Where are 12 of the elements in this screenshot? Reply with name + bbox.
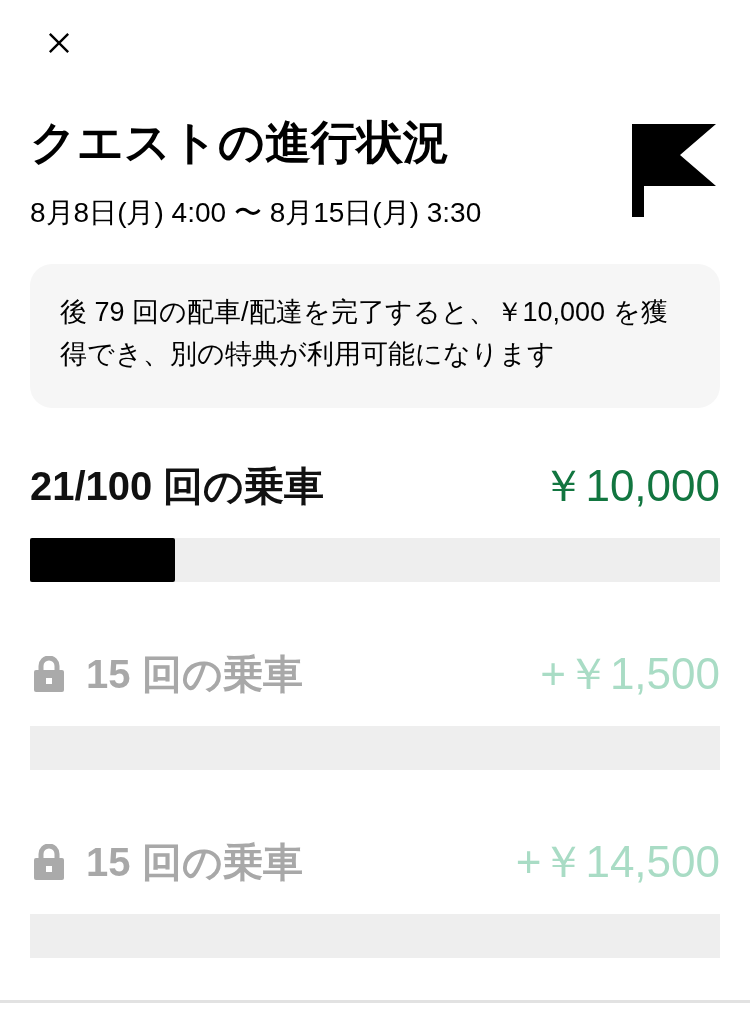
reward-amount: ￥10,000	[541, 460, 720, 512]
close-button[interactable]	[46, 30, 72, 56]
page-title: クエストの進行状況	[30, 115, 450, 169]
close-icon	[48, 32, 70, 54]
flag-icon	[632, 124, 716, 217]
reward-amount: +￥1,500	[540, 648, 720, 700]
tier-label: 15 回の乗車	[86, 651, 303, 698]
reward-amount: +￥14,500	[515, 836, 720, 888]
tier-label: 21/100 回の乗車	[30, 463, 325, 510]
date-range: 8月8日(月) 4:00 〜 8月15日(月) 3:30	[30, 196, 482, 230]
info-text: 後 79 回の配車/配達を完了すると、￥10,000 を獲得でき、別の特典が利用可能になります	[60, 296, 669, 371]
tier-label: 15 回の乗車	[86, 839, 303, 886]
